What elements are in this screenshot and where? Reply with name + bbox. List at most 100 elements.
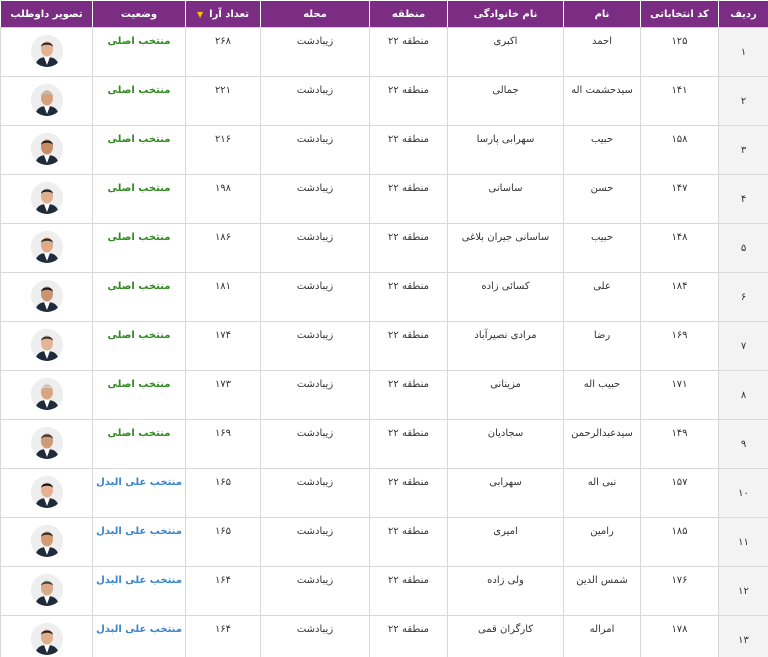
last-name-cell: سجادیان: [447, 419, 564, 469]
row-number-cell-text: ۷: [740, 340, 747, 352]
last-name-cell: سهرابی: [447, 468, 564, 518]
table-row: ۴ ۱۴۷ حسن ساسانی منطقه ۲۲ زیبادشت ۱۹۸ منتخب اصل…: [0, 174, 768, 224]
photo-cell: [0, 566, 93, 616]
candidate-photo-icon[interactable]: [30, 133, 63, 165]
votes-cell: ۱۹۸: [185, 174, 261, 224]
region-cell-text: منطقه ۲۲: [388, 575, 429, 586]
district-cell: زیبادشت: [260, 76, 370, 126]
status-badge: منتخب اصلی: [107, 36, 171, 47]
votes-cell-text: ۱۷۳: [214, 379, 232, 390]
row-number-cell: ۴: [718, 174, 768, 224]
status-badge: منتخب علی البدل: [96, 477, 182, 488]
candidate-photo-icon[interactable]: [30, 280, 63, 312]
district-cell: زیبادشت: [260, 468, 370, 518]
row-number-cell-text: ۸: [740, 389, 747, 401]
row-number-cell: ۶: [718, 272, 768, 322]
candidate-photo-icon[interactable]: [30, 525, 63, 557]
row-number-cell-text: ۱۲: [738, 585, 749, 597]
code-cell: ۱۷۱: [640, 370, 719, 420]
photo-cell: [0, 419, 93, 469]
first-name-cell: رضا: [563, 321, 641, 371]
first-name-cell-text: حسن: [590, 183, 614, 194]
candidate-photo-icon[interactable]: [30, 574, 63, 606]
status-cell: منتخب اصلی: [92, 321, 186, 371]
table-row: ۹ ۱۴۹ سیدعبدالرحمن سجادیان منطقه ۲۲ زیبادشت ۱۶…: [0, 419, 768, 469]
code-cell-text: ۱۷۱: [671, 379, 688, 390]
code-cell: ۱۷۶: [640, 566, 719, 616]
photo-cell: [0, 174, 93, 224]
votes-cell-text: ۱۶۵: [214, 526, 232, 537]
status-badge: منتخب علی البدل: [96, 526, 182, 537]
region-cell: منطقه ۲۲: [369, 272, 448, 322]
row-number-cell-text: ۹: [740, 438, 747, 450]
code-cell: ۱۵۸: [640, 125, 719, 175]
candidate-photo-icon[interactable]: [30, 231, 63, 263]
candidate-photo-icon[interactable]: [30, 476, 63, 508]
candidate-photo-icon[interactable]: [30, 623, 63, 655]
sort-desc-icon: ▼: [197, 9, 204, 19]
first-name-cell-text: سیدحشمت اله: [571, 85, 633, 96]
votes-cell-text: ۲۲۱: [214, 85, 232, 96]
status-badge: منتخب اصلی: [107, 379, 171, 390]
first-name-cell-text: حبیب: [590, 134, 614, 145]
region-cell: منطقه ۲۲: [369, 419, 448, 469]
photo-cell: [0, 468, 93, 518]
header-status[interactable]: وضعیت: [92, 0, 186, 28]
first-name-cell: احمد: [563, 27, 641, 77]
district-cell: زیبادشت: [260, 321, 370, 371]
status-badge: منتخب اصلی: [107, 232, 171, 243]
last-name-cell-text: کسائی زاده: [481, 281, 530, 292]
votes-cell: ۱۶۴: [185, 566, 261, 616]
votes-cell: ۲۶۸: [185, 27, 261, 77]
district-cell: زیبادشت: [260, 370, 370, 420]
header-row-number[interactable]: ردیف: [718, 0, 768, 28]
code-cell: ۱۶۹: [640, 321, 719, 371]
status-badge: منتخب اصلی: [107, 134, 171, 145]
code-cell-text: ۱۶۹: [671, 330, 688, 341]
region-cell-text: منطقه ۲۲: [388, 379, 429, 390]
votes-cell: ۲۱۶: [185, 125, 261, 175]
district-cell: زیبادشت: [260, 272, 370, 322]
status-badge: منتخب علی البدل: [96, 624, 182, 635]
candidate-photo-icon[interactable]: [30, 329, 63, 361]
header-first-name[interactable]: نام: [563, 0, 641, 28]
last-name-cell: اکبری: [447, 27, 564, 77]
candidate-photo-icon[interactable]: [30, 84, 63, 116]
district-cell: زیبادشت: [260, 566, 370, 616]
photo-cell: [0, 125, 93, 175]
first-name-cell: رامین: [563, 517, 641, 567]
header-region[interactable]: منطقه: [369, 0, 448, 28]
last-name-cell-text: سهرابی: [489, 477, 522, 488]
header-photo[interactable]: تصویر داوطلب: [0, 0, 93, 28]
last-name-cell: سهرابی پارسا: [447, 125, 564, 175]
header-code[interactable]: کد انتخاباتی: [640, 0, 719, 28]
code-cell-text: ۱۴۸: [671, 232, 688, 243]
candidate-photo-icon[interactable]: [30, 427, 63, 459]
status-cell: منتخب علی البدل: [92, 517, 186, 567]
votes-cell-text: ۲۶۸: [214, 36, 232, 47]
header-last-name[interactable]: نام خانوادگی: [447, 0, 564, 28]
photo-cell: [0, 321, 93, 371]
table-row: ۸ ۱۷۱ حبیب اله مزینانی منطقه ۲۲ زیبادشت ۱۷۳ منت…: [0, 370, 768, 420]
header-votes[interactable]: تعداد آرا▼: [185, 0, 261, 28]
district-cell: زیبادشت: [260, 27, 370, 77]
first-name-cell: سیدعبدالرحمن: [563, 419, 641, 469]
table-row: ۵ ۱۴۸ حبیب ساسانی جیران بلاغی منطقه ۲۲ زیبادش…: [0, 223, 768, 273]
photo-cell: [0, 272, 93, 322]
code-cell: ۱۷۸: [640, 615, 719, 657]
candidate-photo-icon[interactable]: [30, 35, 63, 67]
code-cell: ۱۴۹: [640, 419, 719, 469]
row-number-cell-text: ۲: [740, 95, 747, 107]
first-name-cell-text: رامین: [590, 526, 614, 537]
votes-cell: ۲۲۱: [185, 76, 261, 126]
status-cell: منتخب اصلی: [92, 27, 186, 77]
code-cell-text: ۱۵۸: [671, 134, 688, 145]
code-cell-text: ۱۴۱: [671, 85, 688, 96]
candidate-photo-icon[interactable]: [30, 182, 63, 214]
votes-cell: ۱۷۳: [185, 370, 261, 420]
row-number-cell-text: ۳: [740, 144, 747, 156]
row-number-cell: ۱۳: [718, 615, 768, 657]
candidate-photo-icon[interactable]: [30, 378, 63, 410]
region-cell-text: منطقه ۲۲: [388, 624, 429, 635]
header-district[interactable]: محله: [260, 0, 370, 28]
